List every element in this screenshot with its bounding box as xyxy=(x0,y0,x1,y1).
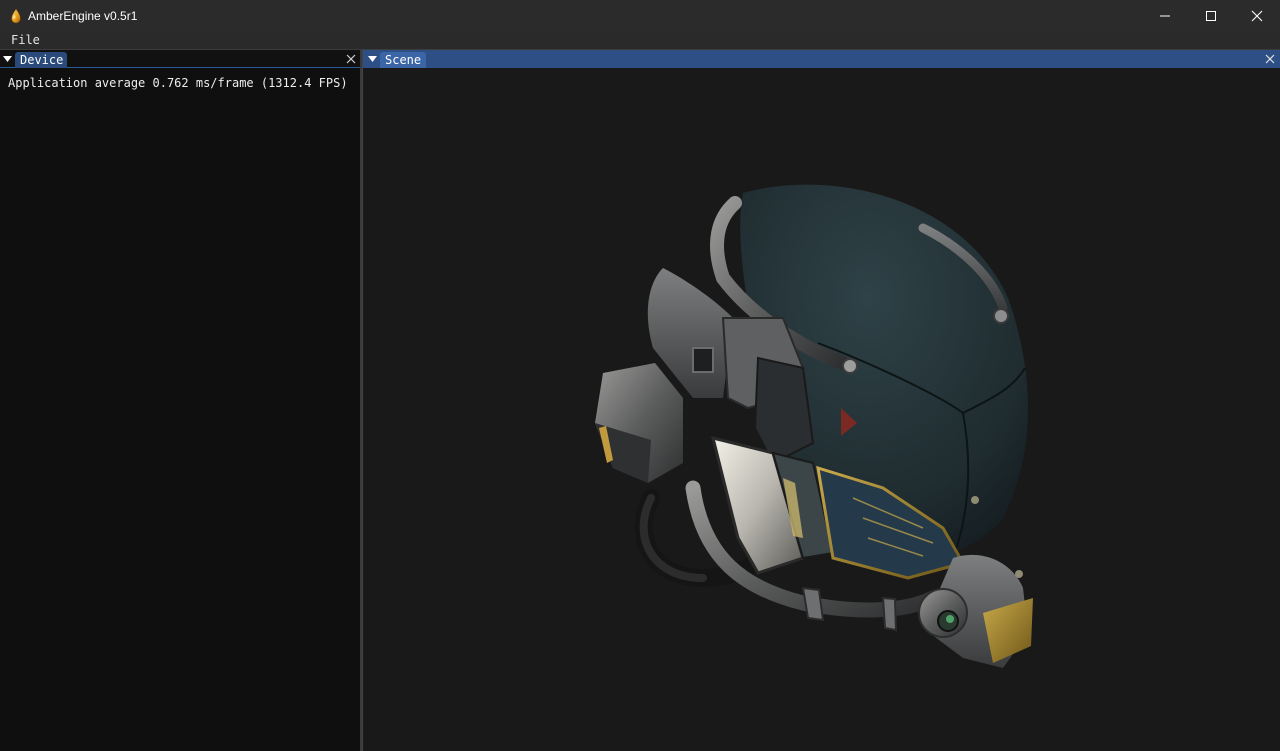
scene-panel: Scene xyxy=(362,50,1280,751)
frame-stats-text: Application average 0.762 ms/frame (1312… xyxy=(8,76,348,90)
scene-tab-bar: Scene xyxy=(363,50,1280,68)
helmet-model xyxy=(595,184,1033,668)
device-panel: Device Application average 0.762 ms/fram… xyxy=(0,50,362,751)
window-title: AmberEngine v0.5r1 xyxy=(28,8,138,23)
tab-scene[interactable]: Scene xyxy=(380,52,426,68)
tab-device[interactable]: Device xyxy=(15,52,67,68)
scene-viewport[interactable] xyxy=(363,68,1280,751)
close-button[interactable] xyxy=(1234,0,1280,31)
window-titlebar[interactable]: AmberEngine v0.5r1 xyxy=(0,0,1280,31)
collapse-triangle-icon[interactable] xyxy=(3,56,12,63)
collapse-triangle-icon[interactable] xyxy=(368,56,377,63)
device-tab-bar: Device xyxy=(0,50,360,68)
maximize-icon xyxy=(1206,10,1216,21)
maximize-button[interactable] xyxy=(1188,0,1234,31)
close-icon[interactable] xyxy=(1265,54,1275,64)
minimize-icon xyxy=(1160,15,1170,16)
amber-drop-icon xyxy=(11,7,21,23)
close-icon xyxy=(1251,10,1263,21)
window-controls xyxy=(1142,0,1280,31)
menu-bar: File xyxy=(0,31,1280,50)
menu-file[interactable]: File xyxy=(11,34,40,47)
minimize-button[interactable] xyxy=(1142,0,1188,31)
close-icon[interactable] xyxy=(346,54,356,64)
